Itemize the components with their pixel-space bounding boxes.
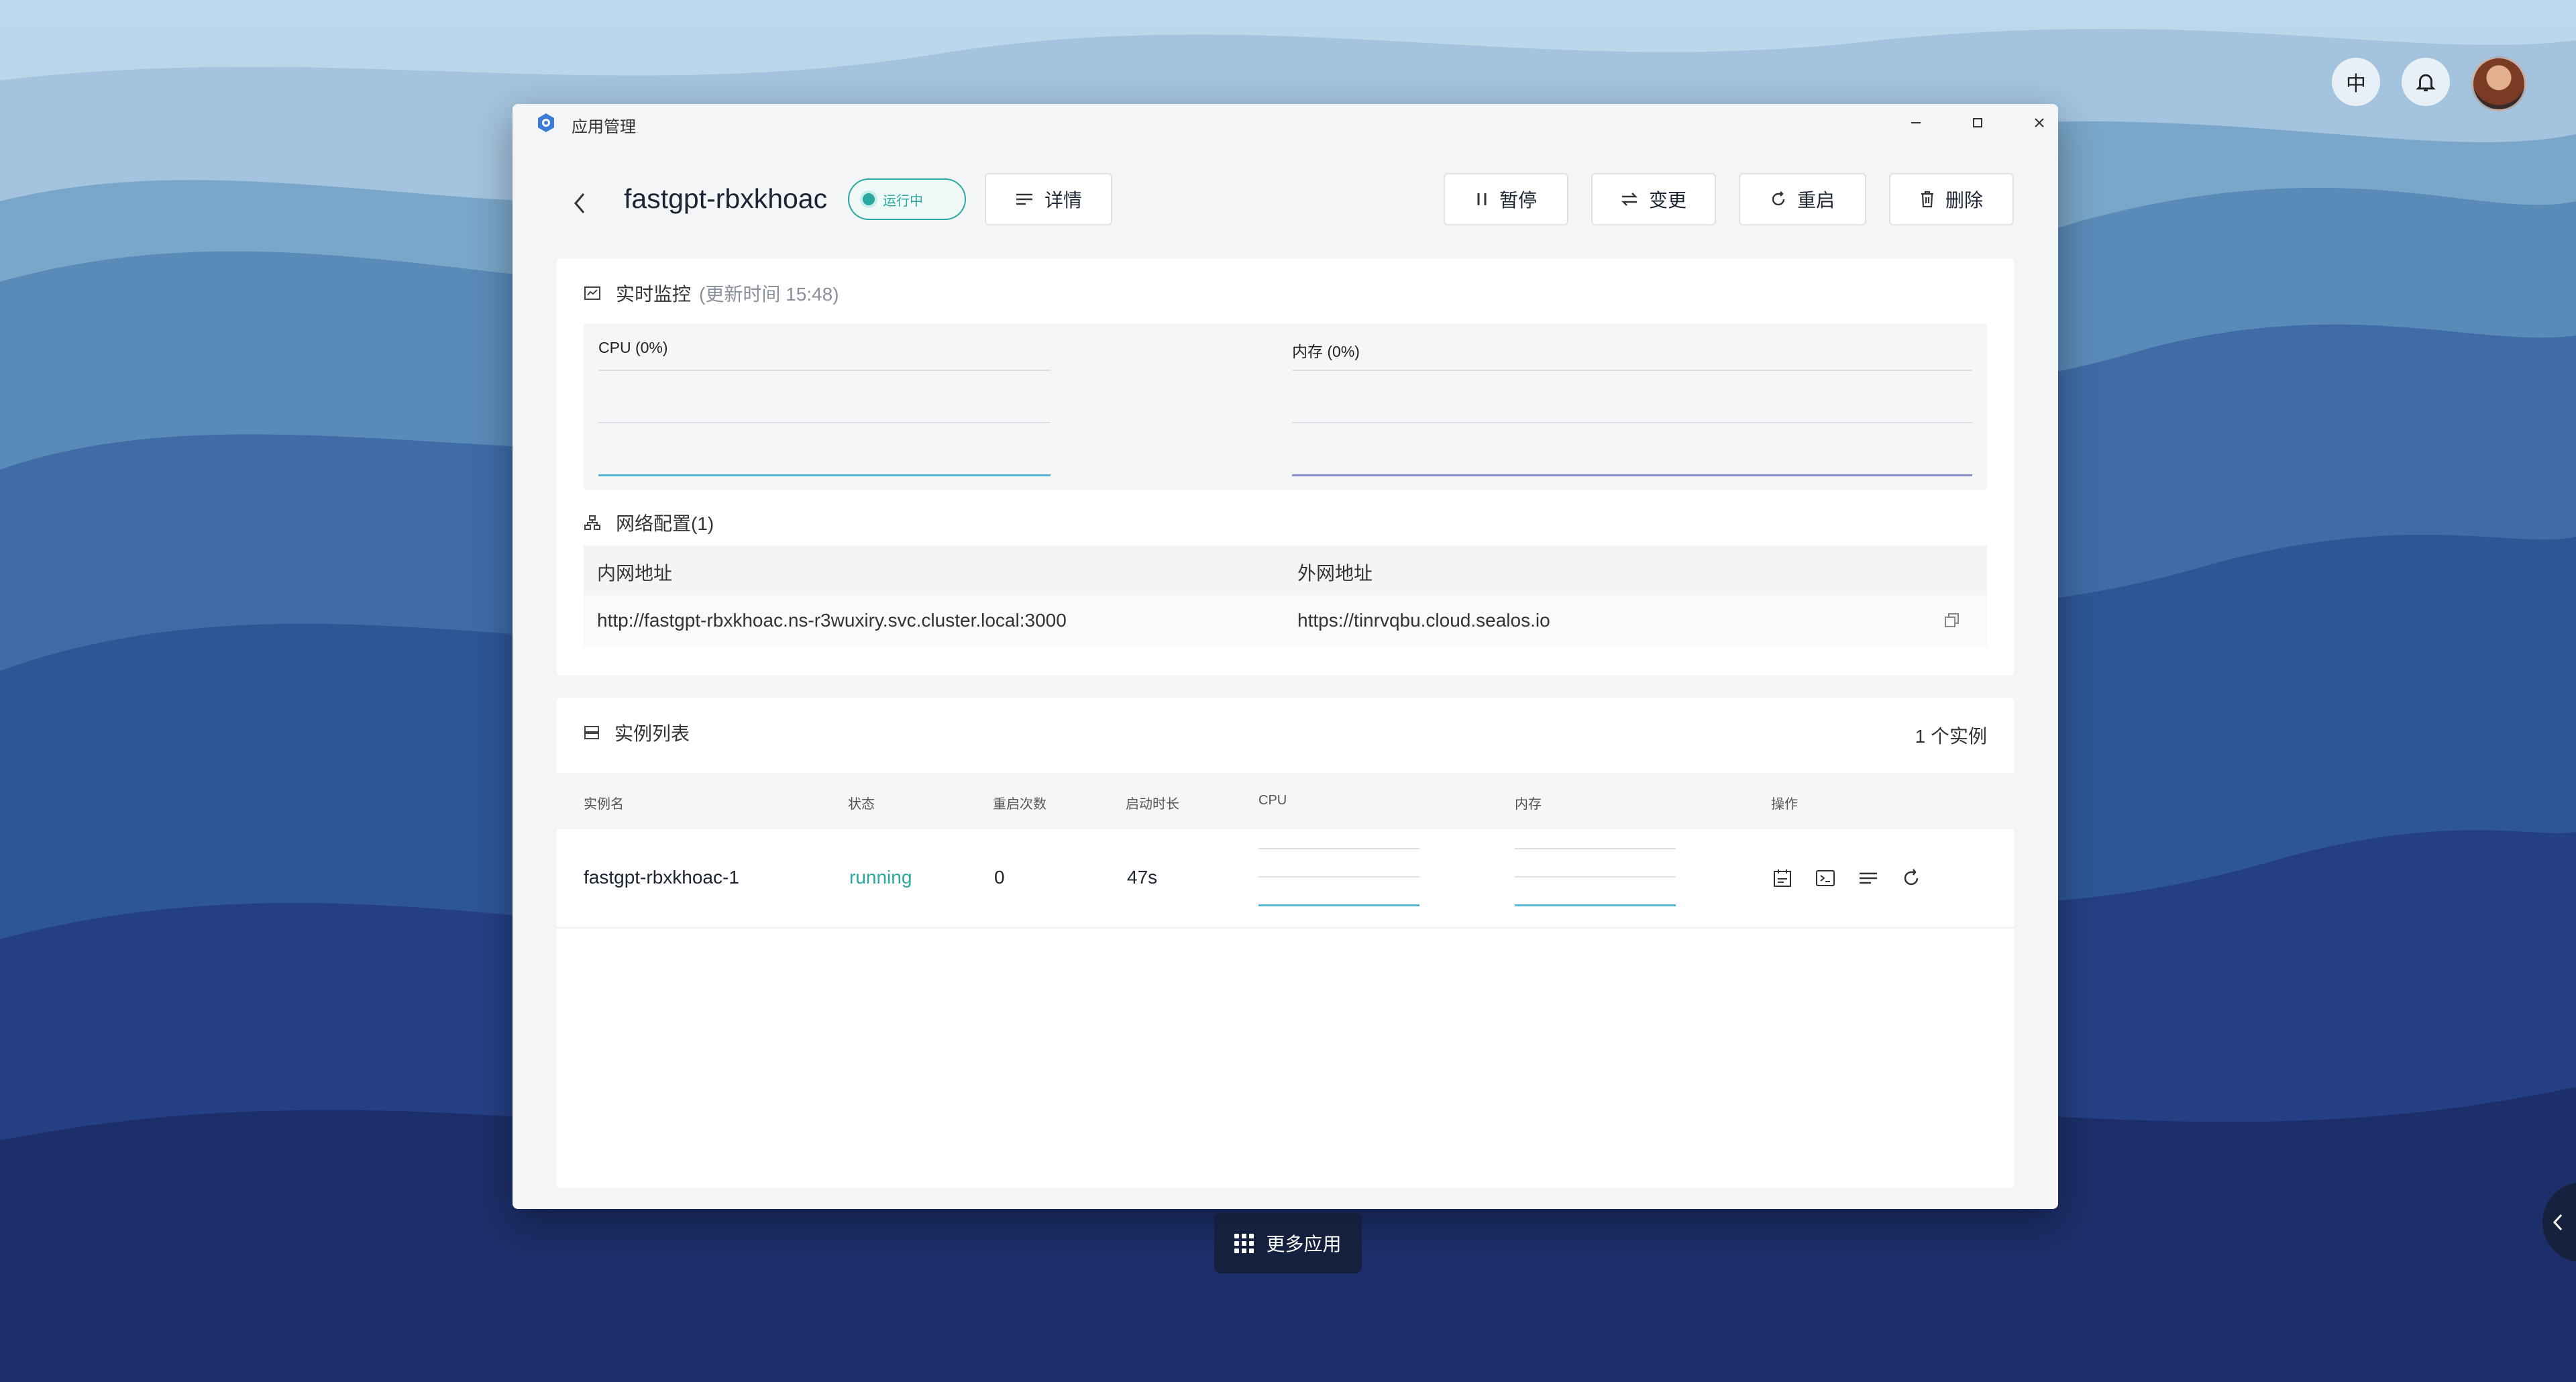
close-icon bbox=[2035, 118, 2044, 127]
instance-section-title: 实例列表 bbox=[584, 719, 690, 746]
instance-status: running bbox=[849, 867, 912, 888]
maximize-button[interactable] bbox=[1964, 109, 1991, 136]
cpu-usage-line bbox=[598, 474, 1051, 476]
table-row: fastgpt-rbxkhoac-1 running 0 47s bbox=[557, 829, 2014, 928]
more-apps-button[interactable]: 更多应用 bbox=[1214, 1213, 1362, 1273]
cpu-chart-label: CPU (0%) bbox=[598, 339, 668, 356]
calendar-icon bbox=[1774, 869, 1791, 887]
memory-spark-gridline-2 bbox=[1515, 876, 1676, 878]
cpu-gridline-mid bbox=[598, 422, 1051, 423]
pause-icon bbox=[1477, 193, 1487, 205]
cpu-spark-line bbox=[1258, 904, 1419, 906]
instance-count: 1 个实例 bbox=[1915, 726, 1987, 747]
cpu-spark-gridline-2 bbox=[1258, 876, 1419, 878]
app-name-title: fastgpt-rbxkhoac bbox=[624, 183, 828, 214]
status-label: 运行中 bbox=[883, 193, 923, 209]
chevron-left-icon bbox=[574, 193, 585, 213]
col-cpu: CPU bbox=[1258, 793, 1287, 808]
col-instance-name: 实例名 bbox=[584, 797, 624, 812]
refresh-icon bbox=[1904, 869, 1919, 886]
monitor-panel: CPU (0%) 内存 (0%) bbox=[584, 324, 1987, 490]
memory-gridline-top bbox=[1292, 370, 1972, 371]
network-table-row: http://fastgpt-rbxkhoac.ns-r3wuxiry.svc.… bbox=[584, 595, 1987, 647]
instance-events-button[interactable] bbox=[1770, 865, 1795, 891]
language-label: 中 bbox=[2346, 73, 2366, 95]
monitor-icon bbox=[584, 286, 600, 300]
network-table-header: 内网地址 外网地址 bbox=[584, 545, 1987, 595]
pause-label: 暂停 bbox=[1499, 190, 1537, 211]
col-uptime: 启动时长 bbox=[1126, 797, 1179, 812]
memory-usage-line bbox=[1292, 474, 1972, 476]
list-icon bbox=[1016, 193, 1032, 205]
cpu-spark-gridline-1 bbox=[1258, 848, 1419, 849]
instance-restart-button[interactable] bbox=[1898, 865, 1924, 891]
minimize-icon bbox=[1911, 122, 1921, 123]
network-icon bbox=[584, 515, 600, 530]
monitor-title: 实时监控 bbox=[616, 284, 692, 305]
instance-memory-sparkline bbox=[1515, 848, 1676, 910]
memory-spark-gridline-1 bbox=[1515, 848, 1676, 849]
change-label: 变更 bbox=[1648, 190, 1686, 211]
instance-restarts: 0 bbox=[994, 867, 1005, 888]
instance-cpu-sparkline bbox=[1258, 848, 1419, 910]
instance-name: fastgpt-rbxkhoac-1 bbox=[584, 867, 739, 888]
restart-label: 重启 bbox=[1796, 190, 1835, 211]
swap-icon bbox=[1621, 193, 1638, 206]
col-restarts: 重启次数 bbox=[993, 797, 1046, 812]
instance-table-header: 实例名 状态 重启次数 启动时长 CPU 内存 操作 bbox=[557, 773, 2014, 829]
restart-button[interactable]: 重启 bbox=[1739, 173, 1866, 225]
refresh-icon bbox=[1772, 191, 1785, 206]
instance-list-icon bbox=[584, 726, 599, 739]
memory-spark-line bbox=[1515, 904, 1676, 906]
chevron-left-icon bbox=[2553, 1214, 2563, 1231]
status-dot-icon bbox=[863, 193, 875, 205]
monitor-section-title: 实时监控 (更新时间 15:48) bbox=[584, 280, 839, 307]
copy-icon bbox=[1945, 613, 1959, 627]
notifications-button[interactable] bbox=[2402, 58, 2450, 106]
memory-chart-label: 内存 (0%) bbox=[1292, 343, 1360, 360]
instance-title: 实例列表 bbox=[614, 723, 690, 744]
monitor-card: 实时监控 (更新时间 15:48) CPU (0%) 内存 (0%) 网络配置(… bbox=[557, 258, 2014, 676]
terminal-icon bbox=[1816, 870, 1835, 886]
col-actions: 操作 bbox=[1771, 797, 1798, 812]
col-memory: 内存 bbox=[1515, 797, 1542, 812]
copy-address-button[interactable] bbox=[1943, 611, 1962, 633]
logs-icon bbox=[1860, 872, 1877, 884]
status-badge: 运行中 bbox=[848, 178, 966, 220]
internal-address: http://fastgpt-rbxkhoac.ns-r3wuxiry.svc.… bbox=[597, 610, 1067, 631]
window-title: 应用管理 bbox=[572, 118, 636, 136]
details-label: 详情 bbox=[1044, 190, 1082, 211]
cpu-gridline-top bbox=[598, 370, 1051, 371]
instance-logs-button[interactable] bbox=[1856, 865, 1881, 891]
more-apps-label: 更多应用 bbox=[1266, 1234, 1342, 1255]
close-button[interactable] bbox=[2026, 109, 2053, 136]
language-button[interactable]: 中 bbox=[2332, 58, 2380, 106]
external-address-header: 外网地址 bbox=[1297, 563, 1373, 584]
maximize-icon bbox=[1973, 118, 1982, 127]
instance-terminal-button[interactable] bbox=[1813, 865, 1838, 891]
delete-label: 删除 bbox=[1945, 190, 1983, 211]
app-logo-icon bbox=[538, 113, 554, 132]
monitor-updated-time: (更新时间 15:48) bbox=[699, 284, 839, 305]
window-titlebar: 应用管理 bbox=[513, 104, 2058, 142]
internal-address-header: 内网地址 bbox=[597, 563, 673, 584]
user-avatar[interactable] bbox=[2471, 56, 2526, 111]
app-window: 应用管理 fastgpt-rbxkhoac 运行中 详情 暂停 变更 重启 删除 bbox=[513, 104, 2058, 1209]
network-section-title: 网络配置(1) bbox=[584, 509, 714, 536]
instance-card: 实例列表 1 个实例 实例名 状态 重启次数 启动时长 CPU 内存 操作 fa… bbox=[557, 698, 2014, 1188]
instance-uptime: 47s bbox=[1127, 867, 1158, 888]
external-address-link[interactable]: https://tinrvqbu.cloud.sealos.io bbox=[1297, 610, 1550, 631]
memory-gridline-mid bbox=[1292, 422, 1972, 423]
change-button[interactable]: 变更 bbox=[1591, 173, 1716, 225]
trash-icon bbox=[1921, 191, 1933, 208]
network-title: 网络配置(1) bbox=[616, 513, 714, 534]
back-button[interactable] bbox=[566, 184, 593, 222]
apps-grid-icon bbox=[1234, 1233, 1254, 1253]
bell-icon bbox=[2416, 74, 2436, 92]
delete-button[interactable]: 删除 bbox=[1889, 173, 2014, 225]
col-status: 状态 bbox=[848, 797, 875, 812]
details-button[interactable]: 详情 bbox=[985, 173, 1112, 225]
minimize-button[interactable] bbox=[1902, 109, 1929, 136]
pause-button[interactable]: 暂停 bbox=[1444, 173, 1568, 225]
